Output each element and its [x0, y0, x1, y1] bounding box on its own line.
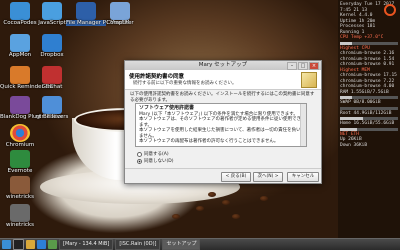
- radio-icon: [137, 151, 142, 157]
- root-bar: [340, 117, 398, 120]
- computer-icon: [110, 2, 130, 20]
- dialog-title: Mary セットアップ: [198, 62, 248, 68]
- taskbar: [Mary - 134.4 MiB] [ISC.Rain (0D)] セットアッ…: [0, 238, 400, 250]
- desktop-icon-evernote[interactable]: Evernote: [0, 150, 40, 174]
- folder-icon: [76, 2, 96, 20]
- back-button[interactable]: < 戻る(B): [221, 172, 251, 182]
- dialog-header: 使用許諾契約書の同意 続行する前に以下の重要な情報をお読みください。: [125, 70, 321, 90]
- accept-label: 同意する(A): [144, 152, 169, 157]
- close-button[interactable]: ×: [309, 62, 319, 70]
- license-scrollbar[interactable]: [300, 104, 306, 146]
- app-icon: [42, 96, 62, 114]
- conky-line: Home 16.5GiB/55.6GiB: [340, 121, 395, 126]
- license-textbox[interactable]: ソフトウェア使用許諾書 Mary (以下「本ソフトウェア」) 以下の条件を満たす…: [135, 103, 307, 147]
- maximize-button[interactable]: □: [298, 62, 308, 70]
- radio-icon: [137, 158, 142, 164]
- desktop-icon-gitchat[interactable]: GitChat: [32, 66, 72, 90]
- system-monitor-panel: Everyday Tue 17 2017 7:45 21 13 Kernel 4…: [338, 0, 400, 238]
- setup-icon: [301, 72, 317, 88]
- app-icon: [10, 2, 30, 20]
- editor-icon[interactable]: [48, 240, 57, 249]
- dropbox-icon: [42, 34, 62, 52]
- home-bar: [340, 127, 398, 131]
- coffee-bean: [196, 206, 204, 211]
- desktop-icon-winetricks[interactable]: winetricks: [0, 176, 40, 200]
- license-line: 本ソフトウェアを使用した結果生じた損害について、著作者は一切の責任を負いません。: [139, 128, 301, 139]
- coffee-bean: [222, 200, 230, 205]
- next-button[interactable]: 次へ(N) >: [253, 172, 283, 182]
- license-line: 本ソフトウェアの再配布は著作者の許可なく行うことはできません。: [139, 139, 279, 144]
- conky-line: chromium-browse 17.15: [340, 73, 397, 78]
- ubuntu-logo-icon: [384, 4, 396, 16]
- app-icon: [42, 66, 62, 84]
- dialog-titlebar[interactable]: Mary セットアップ – □ ×: [125, 61, 321, 70]
- terminal-icon[interactable]: [13, 239, 24, 250]
- decline-label: 同意しない(D): [144, 159, 174, 164]
- desktop-icon-chromium[interactable]: Chromium: [0, 124, 40, 148]
- desktop-icon-dropbox[interactable]: Dropbox: [32, 34, 72, 58]
- app-icon: [10, 34, 30, 52]
- app-icon: [10, 66, 30, 84]
- app-icon: [42, 2, 62, 20]
- coffee-bean: [208, 192, 216, 197]
- desktop: CocoaPodes AppMon Quick Reminder Sw Blan…: [0, 0, 400, 238]
- license-line: 本ソフトウェアは、そのソフトウェアの著作者が定める使用条件に従い使用できます。: [139, 117, 301, 128]
- conky-line: chromium-browse 0.91: [340, 62, 395, 67]
- conky-line: Root 44.9GiB/112GiB: [340, 110, 392, 116]
- desktop-icon-computer[interactable]: Computer: [100, 2, 140, 26]
- conky-line: chromium-browse 2.16: [340, 51, 395, 56]
- coffee-bean: [172, 214, 180, 219]
- browser-icon[interactable]: [37, 240, 46, 249]
- coffee-bean: [232, 214, 240, 219]
- chromium-icon: [10, 124, 30, 142]
- start-menu-icon[interactable]: [2, 240, 11, 249]
- task-isc-rain[interactable]: [ISC.Rain (0D)]: [115, 239, 161, 250]
- header-title: 使用許諾契約書の同意: [129, 74, 185, 80]
- folder-icon[interactable]: [26, 240, 35, 249]
- decline-radio[interactable]: 同意しない(D): [137, 158, 173, 164]
- wine-icon: [10, 176, 30, 194]
- cancel-button[interactable]: キャンセル: [287, 172, 319, 182]
- conky-line: SWAP 0B/8.00GiB: [340, 100, 381, 105]
- accept-radio[interactable]: 同意する(A): [137, 151, 169, 157]
- desktop-icon-winetricks-2[interactable]: winetricks: [0, 204, 40, 228]
- conky-line: Down 36KiB: [340, 142, 368, 148]
- wine-icon: [10, 204, 30, 222]
- dialog-footer: < 戻る(B) 次へ(N) > キャンセル: [125, 168, 321, 183]
- minimize-button[interactable]: –: [287, 62, 297, 70]
- header-subtitle: 続行する前に以下の重要な情報をお読みください。: [133, 81, 237, 86]
- swap-bar: [340, 106, 398, 110]
- task-mary[interactable]: [Mary - 134.4 MiB]: [59, 239, 114, 250]
- task-setup[interactable]: セットアップ: [162, 239, 201, 250]
- conky-line: RAM 1.55GiB/7.5GiB: [340, 89, 389, 95]
- app-icon: [10, 96, 30, 114]
- desktop-icon-bellevers[interactable]: nt Bellevers: [32, 96, 72, 120]
- cpu-bar: [340, 41, 398, 45]
- conky-line: chromium-browse 4.00: [340, 84, 395, 89]
- conky-line: CPU Temp +37.0°C: [340, 35, 384, 40]
- setup-dialog: Mary セットアップ – □ × 使用許諾契約書の同意 続行する前に以下の重要…: [124, 60, 322, 184]
- coffee-bean: [260, 196, 268, 201]
- evernote-icon: [10, 150, 30, 168]
- ram-bar: [340, 96, 398, 99]
